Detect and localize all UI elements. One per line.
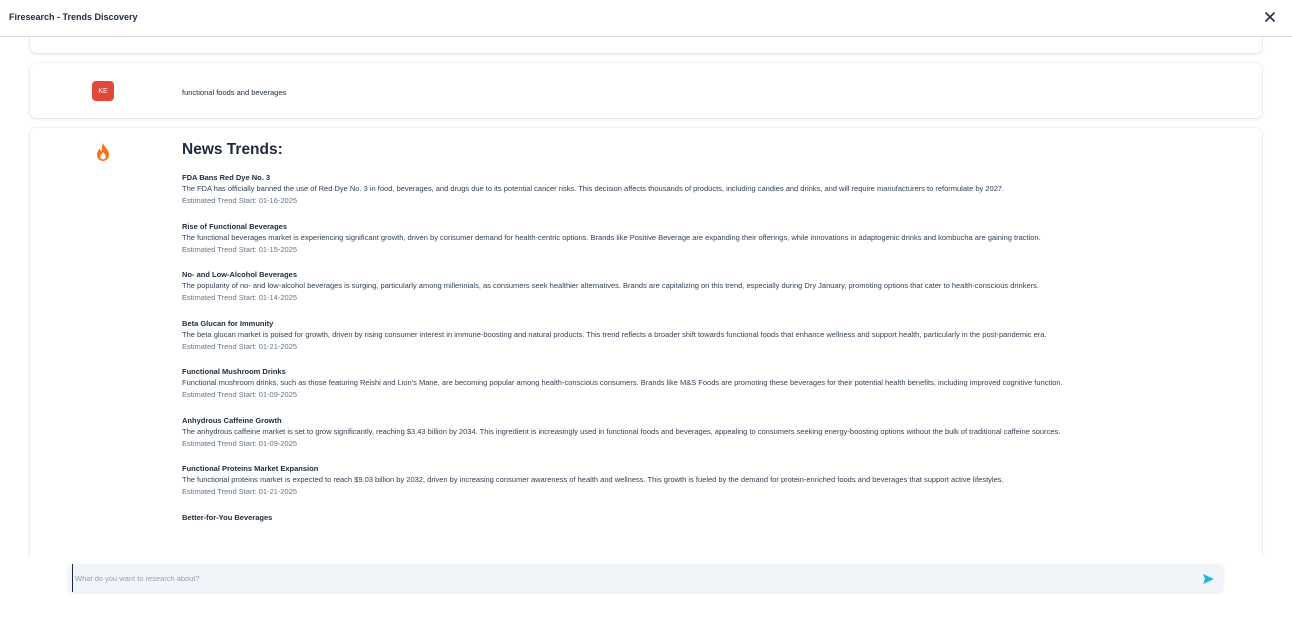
window-title: Firesearch - Trends Discovery: [9, 12, 138, 22]
trend-item: Beta Glucan for Immunity The beta glucan…: [182, 318, 1242, 353]
trend-start-date: Estimated Trend Start: 01-09-2025: [182, 390, 298, 399]
send-icon[interactable]: [1202, 572, 1215, 584]
trend-start-date: Estimated Trend Start: 01-09-2025: [182, 438, 298, 448]
app-window: Firesearch - Trends Discovery KE functio…: [0, 0, 1292, 644]
trend-start-date: Estimated Trend Start: 01-16-2025: [182, 196, 298, 205]
user-message-card: KE functional foods and beverages: [30, 63, 1262, 118]
trend-description: The functional proteins market is expect…: [182, 475, 1004, 484]
trend-description: Functional mushroom drinks, such as thos…: [182, 378, 1063, 387]
close-icon[interactable]: [1262, 9, 1278, 25]
trend-start-date: Estimated Trend Start: 01-21-2025: [182, 487, 298, 496]
title-bar: Firesearch - Trends Discovery: [0, 0, 1292, 37]
research-input-container: [68, 564, 1223, 592]
trend-item: No- and Low-Alcohol Beverages The popula…: [182, 269, 1242, 304]
trend-item: Better-for-You Beverages: [182, 512, 1242, 523]
user-message-text: functional foods and beverages: [182, 88, 287, 97]
trend-title: FDA Bans Red Dye No. 3: [182, 173, 271, 182]
trend-title: Beta Glucan for Immunity: [182, 318, 274, 328]
chat-scroll-area[interactable]: KE functional foods and beverages News T…: [0, 37, 1292, 556]
trend-description: The beta glucan market is poised for gro…: [182, 329, 1047, 339]
trend-start-date: Estimated Trend Start: 01-21-2025: [182, 341, 298, 351]
trend-item: Functional Mushroom Drinks Functional mu…: [182, 366, 1242, 401]
trend-description: The functional beverages market is exper…: [182, 232, 1041, 242]
trend-item: Anhydrous Caffeine Growth The anhydrous …: [182, 415, 1242, 450]
trend-description: The FDA has officially banned the use of…: [182, 184, 1005, 193]
trend-item: Functional Proteins Market Expansion The…: [182, 463, 1242, 498]
trend-item: FDA Bans Red Dye No. 3 The FDA has offic…: [182, 172, 1242, 207]
trend-title: Functional Mushroom Drinks: [182, 367, 286, 376]
trend-title: No- and Low-Alcohol Beverages: [182, 270, 298, 279]
trend-item: Rise of Functional Beverages The functio…: [182, 221, 1242, 256]
ai-message-card: News Trends: FDA Bans Red Dye No. 3 The …: [30, 128, 1262, 556]
research-input[interactable]: [72, 564, 1192, 592]
user-avatar: KE: [92, 81, 114, 101]
ai-message-body: News Trends: FDA Bans Red Dye No. 3 The …: [182, 141, 1242, 536]
trend-start-date: Estimated Trend Start: 01-15-2025: [182, 244, 298, 254]
trend-description: The popularity of no- and low-alcohol be…: [182, 281, 1039, 290]
trend-title: Functional Proteins Market Expansion: [182, 464, 319, 473]
trend-description: The anhydrous caffeine market is set to …: [182, 426, 1061, 436]
previous-message-card: [30, 37, 1262, 53]
trend-title: Anhydrous Caffeine Growth: [182, 415, 282, 425]
news-trends-heading: News Trends:: [182, 141, 283, 158]
trend-start-date: Estimated Trend Start: 01-14-2025: [182, 293, 298, 302]
flame-icon: [93, 141, 113, 163]
input-area: [0, 556, 1292, 644]
trend-title: Better-for-You Beverages: [182, 512, 273, 522]
trend-title: Rise of Functional Beverages: [182, 221, 288, 231]
